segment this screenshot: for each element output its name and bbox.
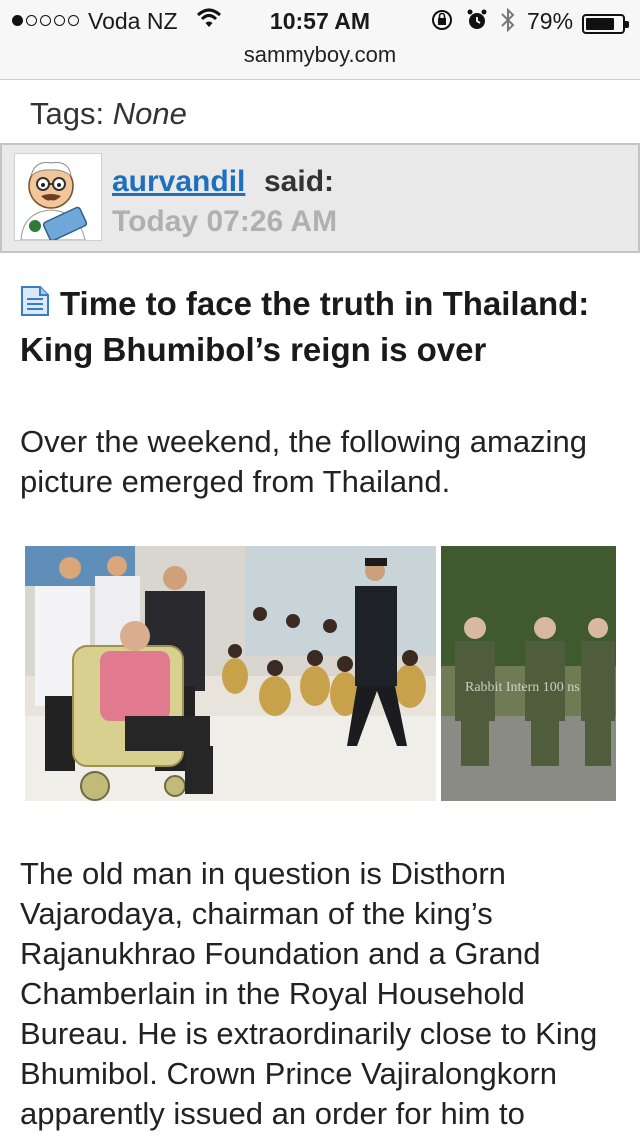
body-paragraph: The old man in question is Disthorn Vaja…	[20, 856, 598, 1131]
intro-paragraph: Over the weekend, the following amazing …	[20, 424, 587, 499]
alarm-icon	[466, 8, 488, 38]
tags-line: Tags: None	[30, 96, 187, 132]
doctor-avatar-icon[interactable]	[14, 153, 102, 242]
post-title: Time to face the truth in Thailand: King…	[20, 282, 620, 372]
orientation-lock-icon	[430, 8, 454, 38]
url-bar[interactable]: sammyboy.com	[0, 42, 640, 68]
news-photo[interactable]: Rabbit Intern 100 ns	[25, 546, 616, 801]
tags-label: Tags:	[30, 96, 105, 131]
said-label: said:	[264, 165, 335, 198]
post-title-text: Time to face the truth in Thailand: King…	[20, 285, 590, 368]
post-date: Today 07:26 AM	[112, 205, 338, 238]
photo-watermark: Rabbit Intern 100 ns	[465, 680, 580, 695]
battery-icon	[582, 14, 629, 34]
username-link[interactable]: aurvandil	[112, 165, 245, 199]
post-header: aurvandil said: Today 07:26 AM	[0, 143, 640, 253]
status-bar: Voda NZ 10:57 AM 79%	[0, 6, 640, 36]
tags-value: None	[112, 96, 187, 131]
bluetooth-icon	[500, 7, 516, 39]
battery-percent: 79%	[527, 8, 574, 34]
document-icon	[20, 284, 50, 328]
browser-chrome: Voda NZ 10:57 AM 79% sammyboy.com	[0, 0, 640, 80]
